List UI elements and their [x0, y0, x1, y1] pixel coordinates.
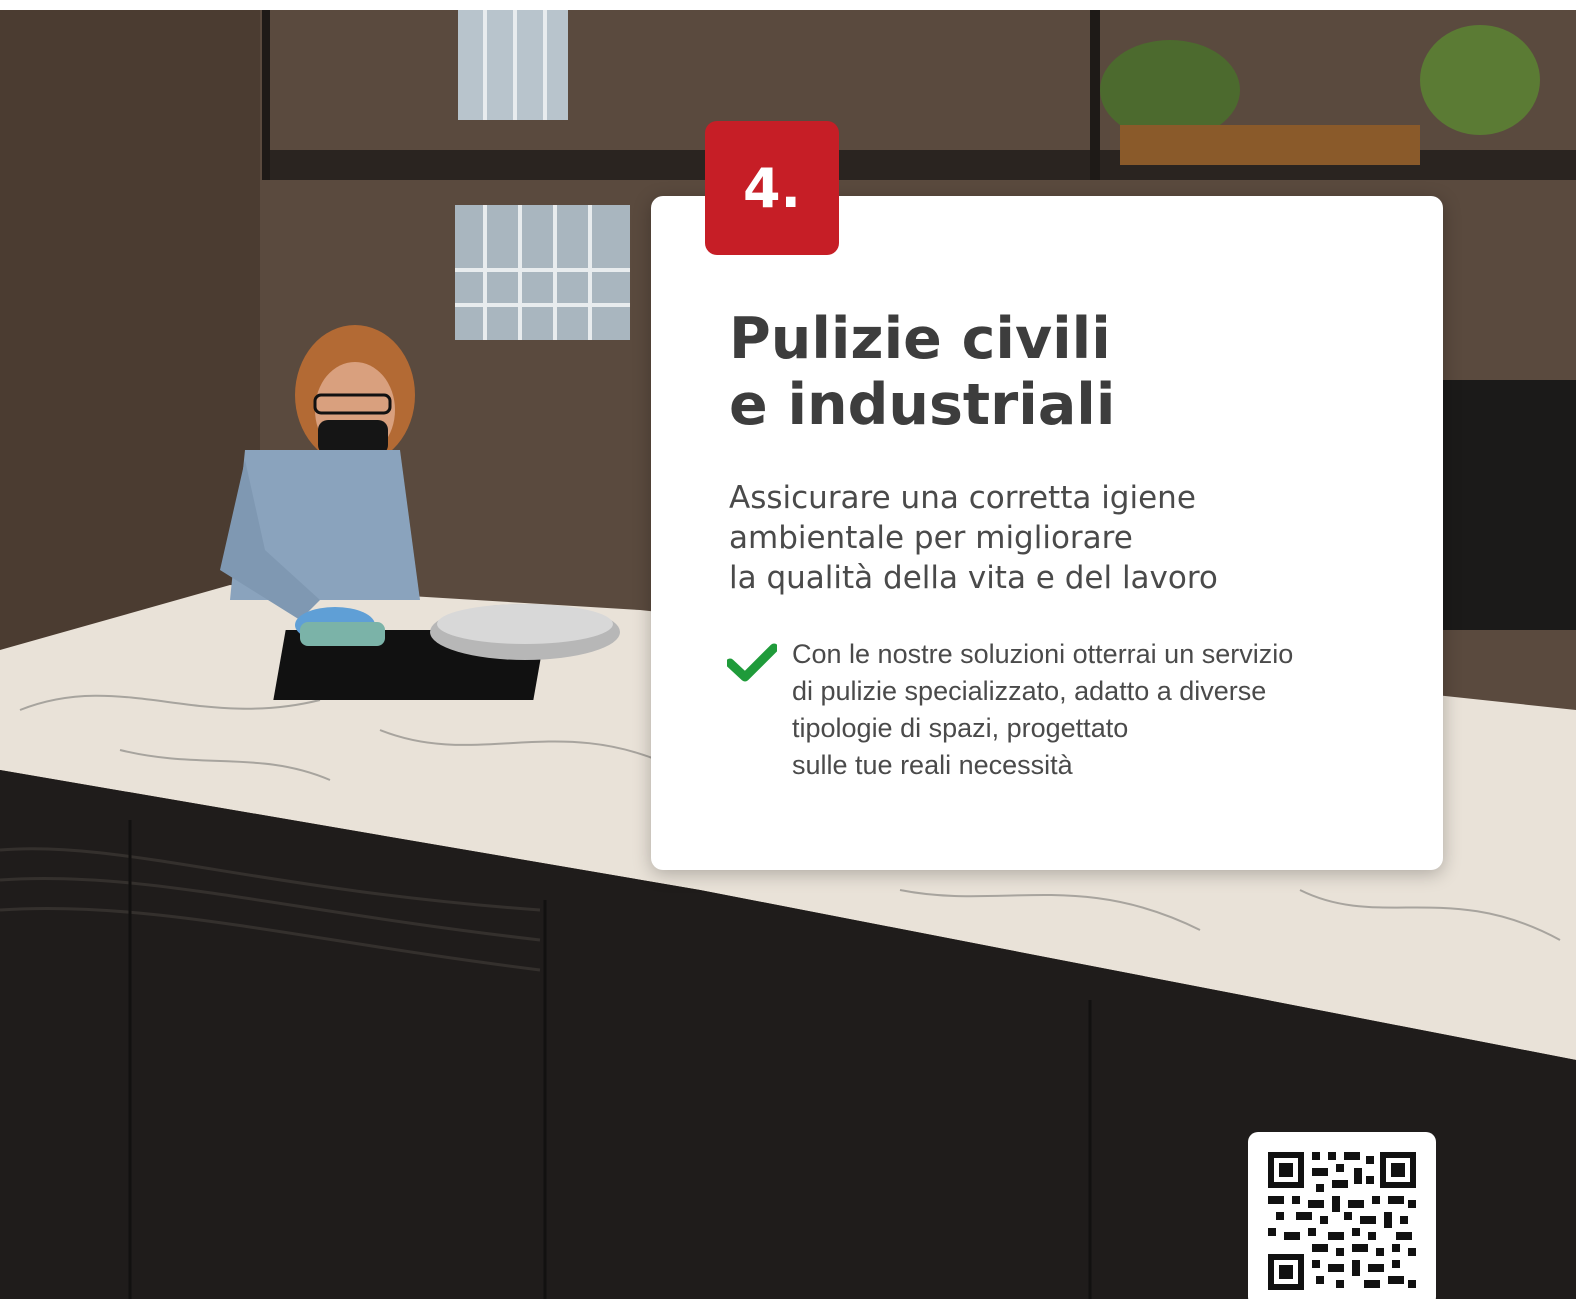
qr-code-icon [1268, 1152, 1416, 1290]
card-subtitle: Assicurare una corretta igiene ambiental… [729, 480, 1218, 596]
qr-code-container[interactable] [1248, 1132, 1436, 1307]
check-icon [727, 643, 777, 682]
section-number: 4. [742, 156, 802, 220]
card-title: Pulizie civili e industriali [729, 306, 1116, 438]
section-number-badge: 4. [705, 121, 839, 255]
feature-bullet-text: Con le nostre soluzioni otterrai un serv… [792, 639, 1294, 780]
